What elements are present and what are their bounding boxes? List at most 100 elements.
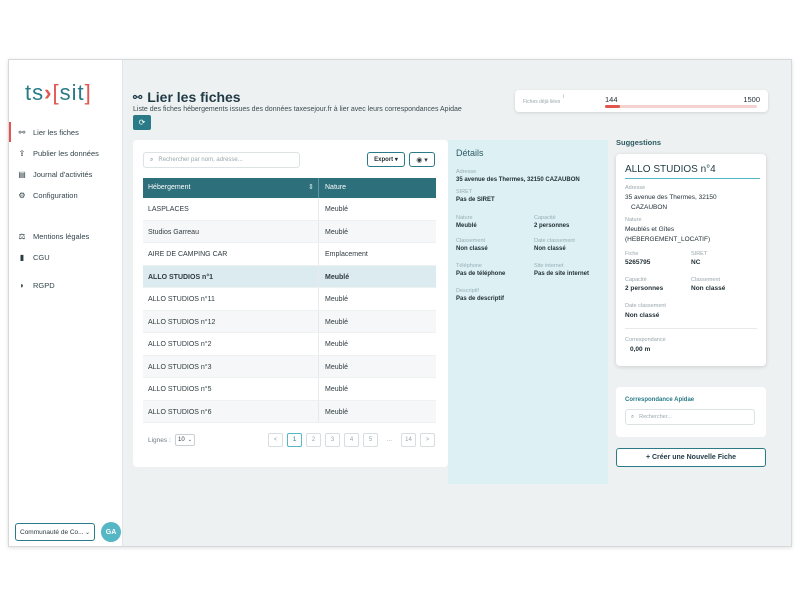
page-button-3[interactable]: 3 bbox=[325, 433, 340, 447]
detail-label: Classement bbox=[456, 238, 486, 244]
linked-progress-card: Fiches déjà liées i 144 1500 bbox=[515, 90, 768, 112]
column-visibility-button[interactable]: ◉ ▾ bbox=[409, 152, 435, 167]
page-button-4[interactable]: 4 bbox=[344, 433, 359, 447]
sidebar-item-configuration[interactable]: ⚙ Configuration bbox=[9, 185, 123, 205]
cell-nature: Meublé bbox=[325, 318, 348, 326]
search-placeholder: Rechercher par nom, adresse... bbox=[158, 157, 243, 163]
table-row[interactable]: LASPLACES Meublé bbox=[143, 198, 436, 221]
column-divider bbox=[318, 378, 319, 400]
table-row[interactable]: ALLO STUDIOS n°1 Meublé bbox=[143, 265, 436, 288]
column-header-hebergement[interactable]: Hébergement bbox=[148, 184, 190, 191]
config-icon: ⚙ bbox=[18, 190, 26, 200]
search-icon: ⌕ bbox=[150, 156, 154, 163]
avatar[interactable]: GA bbox=[101, 522, 121, 542]
detail-label: SIRET bbox=[456, 189, 473, 195]
sidebar-item-publier[interactable]: ⇪ Publier les données bbox=[9, 143, 123, 163]
prev-page-button[interactable]: < bbox=[268, 433, 283, 447]
detail-label: Adresse bbox=[456, 169, 477, 175]
sidebar-item-mentions-legales[interactable]: ⚖ Mentions légales bbox=[9, 226, 123, 246]
logo-bracket-close: ] bbox=[84, 80, 92, 105]
suggestion-label: Capacité bbox=[625, 277, 647, 283]
cell-hebergement: ALLO STUDIOS n°6 bbox=[148, 408, 212, 416]
suggestion-classement: Non classé bbox=[691, 285, 726, 292]
organization-select[interactable]: Communauté de Co... ⌄ bbox=[15, 523, 95, 541]
page-title: ⚯ Lier les fiches bbox=[133, 89, 241, 105]
table-row[interactable]: AIRE DE CAMPING CAR Emplacement bbox=[143, 243, 436, 266]
logo-bracket-open: [ bbox=[52, 80, 60, 105]
cell-nature: Meublé bbox=[325, 363, 348, 371]
chevron-down-icon: ⌄ bbox=[187, 437, 192, 443]
detail-nature: Meublé bbox=[456, 223, 477, 229]
link-icon: ⚯ bbox=[18, 127, 26, 137]
detail-capacity: 2 personnes bbox=[534, 223, 570, 229]
column-header-nature[interactable]: Nature bbox=[325, 184, 346, 191]
suggestion-correspondance: 0,00 m bbox=[630, 346, 651, 353]
table-row[interactable]: ALLO STUDIOS n°2 Meublé bbox=[143, 333, 436, 356]
rows-per-page-value: 10 bbox=[178, 437, 185, 443]
sidebar-item-journal[interactable]: ▤ Journal d'activités bbox=[9, 164, 123, 184]
cell-hebergement: ALLO STUDIOS n°5 bbox=[148, 386, 212, 393]
table-row[interactable]: ALLO STUDIOS n°11 Meublé bbox=[143, 288, 436, 311]
page-button-2[interactable]: 2 bbox=[306, 433, 321, 447]
cell-hebergement: ALLO STUDIOS n°1 bbox=[148, 273, 214, 281]
detail-label: Date classement bbox=[534, 238, 575, 244]
sidebar-item-cgu[interactable]: ▮ CGU bbox=[9, 247, 123, 267]
cell-nature: Meublé bbox=[325, 206, 348, 213]
cell-hebergement: ALLO STUDIOS n°12 bbox=[148, 318, 216, 326]
sidebar: ts›[sit] ⚯ Lier les fiches ⇪ Publier les… bbox=[9, 60, 123, 546]
suggestion-label: SIRET bbox=[691, 251, 708, 257]
suggestion-address-line1: 35 avenue des Thermes, 32150 bbox=[625, 194, 717, 201]
table-row[interactable]: Studios Garreau Meublé bbox=[143, 220, 436, 243]
page-button-1[interactable]: 1 bbox=[287, 433, 302, 447]
column-divider bbox=[318, 198, 319, 220]
suggestion-underline bbox=[625, 178, 760, 179]
detail-label: Capacité bbox=[534, 215, 556, 221]
detail-address: 35 avenue des Thermes, 32150 CAZAUBON bbox=[456, 177, 580, 183]
create-new-fiche-button[interactable]: + Créer une Nouvelle Fiche bbox=[616, 448, 766, 467]
sidebar-item-lier-les-fiches[interactable]: ⚯ Lier les fiches bbox=[9, 122, 123, 142]
search-input[interactable]: ⌕ Rechercher par nom, adresse... bbox=[143, 152, 300, 168]
suggestion-nature-line1: Meublés et Gîtes bbox=[625, 226, 675, 233]
cell-nature: Meublé bbox=[325, 296, 348, 303]
export-button[interactable]: Export ▾ bbox=[367, 152, 405, 167]
cell-hebergement: ALLO STUDIOS n°3 bbox=[148, 363, 212, 371]
info-icon[interactable]: i bbox=[563, 94, 564, 100]
apidae-search-input[interactable]: ⌕ Rechercher... bbox=[625, 409, 755, 425]
suggestion-date-classement: Non classé bbox=[625, 312, 660, 319]
legal-icon: ⚖ bbox=[18, 231, 26, 241]
page-button-5[interactable]: 5 bbox=[363, 433, 378, 447]
cell-nature: Meublé bbox=[325, 273, 350, 281]
details-panel: Détails Adresse 35 avenue des Thermes, 3… bbox=[448, 140, 608, 484]
detail-label: Téléphone bbox=[456, 263, 482, 269]
table-body: LASPLACES Meublé Studios Garreau Meublé AIRE… bbox=[143, 198, 436, 423]
shield-icon: ◗ bbox=[19, 280, 25, 290]
search-icon: ⌕ bbox=[631, 413, 635, 420]
accommodation-list-card: ⌕ Rechercher par nom, adresse... Export … bbox=[133, 140, 448, 467]
column-divider bbox=[318, 400, 319, 422]
table-row[interactable]: ALLO STUDIOS n°3 Meublé bbox=[143, 355, 436, 378]
cell-nature: Emplacement bbox=[325, 251, 368, 258]
refresh-button[interactable]: ⟳ bbox=[133, 115, 151, 130]
suggestion-fiche-id: 5265795 bbox=[625, 259, 651, 266]
pagination-ellipsis: ... bbox=[382, 433, 397, 447]
cell-hebergement: LASPLACES bbox=[148, 206, 189, 213]
column-divider bbox=[318, 333, 319, 355]
apidae-title: Correspondance Apidae bbox=[625, 397, 695, 403]
next-page-button[interactable]: > bbox=[420, 433, 435, 447]
cell-nature: Meublé bbox=[325, 386, 348, 393]
table-row[interactable]: ALLO STUDIOS n°5 Meublé bbox=[143, 378, 436, 401]
sidebar-item-rgpd[interactable]: ◗ RGPD bbox=[9, 275, 123, 295]
suggestion-card[interactable]: ALLO STUDIOS n°4 Adresse 35 avenue des T… bbox=[616, 154, 766, 366]
sort-icon[interactable]: ⇕ bbox=[308, 183, 314, 191]
progress-label: Fiches déjà liées bbox=[523, 99, 561, 105]
journal-icon: ▤ bbox=[18, 169, 26, 179]
rows-per-page-select[interactable]: 10 ⌄ bbox=[175, 434, 195, 446]
cell-nature: Meublé bbox=[325, 408, 348, 416]
page-button-14[interactable]: 14 bbox=[401, 433, 416, 447]
cell-hebergement: ALLO STUDIOS n°2 bbox=[148, 341, 212, 348]
detail-website: Pas de site internet bbox=[534, 271, 590, 277]
table-row[interactable]: ALLO STUDIOS n°12 Meublé bbox=[143, 310, 436, 333]
apidae-search-card: Correspondance Apidae ⌕ Rechercher... bbox=[616, 387, 766, 437]
table-row[interactable]: ALLO STUDIOS n°6 Meublé bbox=[143, 400, 436, 423]
logo: ts›[sit] bbox=[25, 80, 92, 106]
